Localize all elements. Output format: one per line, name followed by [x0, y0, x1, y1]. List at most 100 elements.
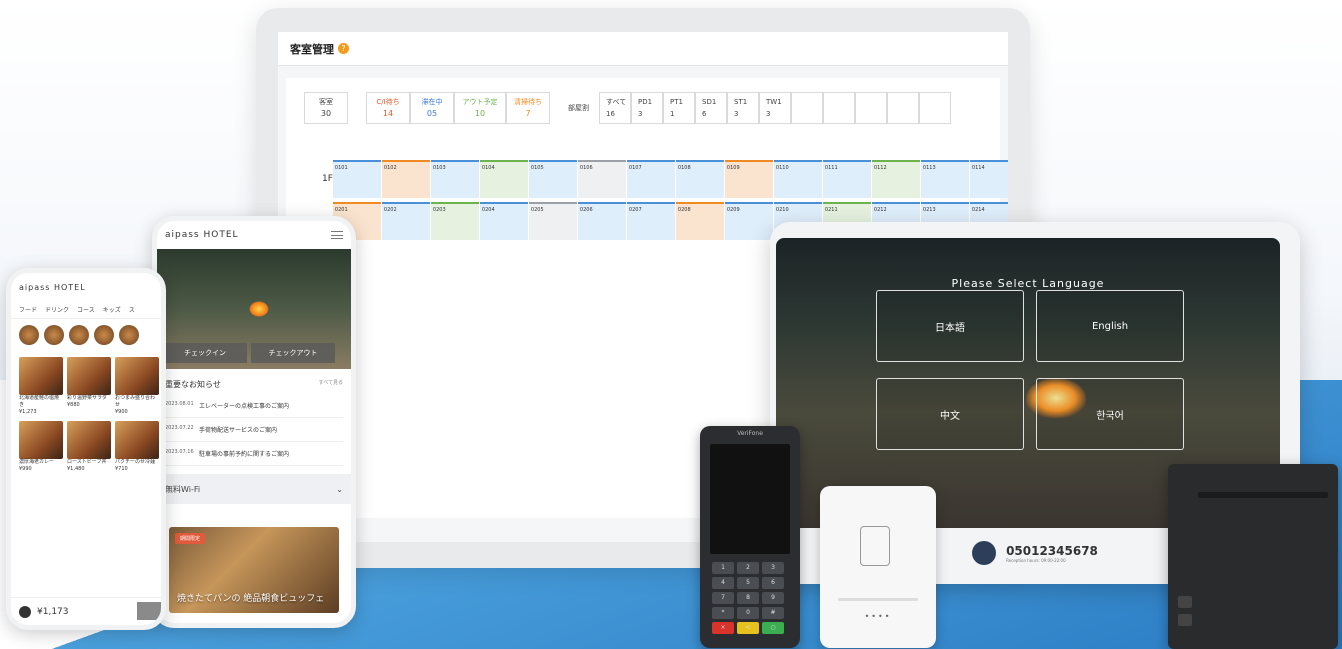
checkout-button[interactable]: チェックアウト	[251, 343, 335, 363]
language-japanese-button[interactable]: 日本語	[876, 290, 1024, 362]
food-item[interactable]: パクチーのせ冷麺 ¥710	[115, 421, 159, 473]
tab-drink[interactable]: ドリンク	[45, 305, 69, 314]
room-cell[interactable]: 0109	[724, 160, 773, 198]
room-type-tw1[interactable]: TW1 3	[759, 92, 791, 124]
language-english-button[interactable]: English	[1036, 290, 1184, 362]
room-type-pd1[interactable]: PD1 3	[631, 92, 663, 124]
news-item[interactable]: 2023.07.16 駐車場の事前予約に関するご案内	[165, 442, 343, 466]
food-item[interactable]: 北海道産鮭の塩焼き ¥1,273	[19, 357, 63, 416]
wifi-accordion[interactable]: 無料Wi-Fi ⌄	[157, 474, 351, 504]
promo-banner[interactable]: 期間限定 焼きたてパンの 絶品朝食ビュッフェ	[169, 527, 339, 613]
key[interactable]: 9	[762, 592, 784, 604]
room-cell[interactable]: 0112	[871, 160, 920, 198]
category-icon[interactable]	[44, 325, 64, 345]
news-item[interactable]: 2023.08.01 エレベーターの点検工事のご案内	[165, 394, 343, 418]
food-item[interactable]: ローストビーフ丼 ¥1,480	[67, 421, 111, 473]
language-korean-button[interactable]: 한국어	[1036, 378, 1184, 450]
room-cell[interactable]: 0205	[528, 202, 577, 240]
room-cell[interactable]: 0106	[577, 160, 626, 198]
room-cell[interactable]: 0108	[675, 160, 724, 198]
summary-staying[interactable]: 滞在中 05	[410, 92, 454, 124]
room-type-name: PD1	[638, 98, 653, 106]
fire-pit-image	[249, 301, 269, 317]
card-slot	[838, 598, 918, 601]
room-type-pt1[interactable]: PT1 1	[663, 92, 695, 124]
order-button[interactable]	[137, 602, 161, 620]
key[interactable]: 5	[737, 577, 759, 589]
news-item[interactable]: 2023.07.22 手荷物配送サービスのご案内	[165, 418, 343, 442]
room-cell[interactable]: 0111	[822, 160, 871, 198]
summary-value: 30	[320, 109, 332, 118]
room-type-name: ST1	[734, 98, 748, 106]
key[interactable]: 2	[737, 562, 759, 574]
room-cell[interactable]: 0114	[969, 160, 1008, 198]
enter-key[interactable]: ○	[762, 622, 784, 634]
language-chinese-button[interactable]: 中文	[876, 378, 1024, 450]
hamburger-menu-icon[interactable]	[331, 231, 343, 239]
room-cell[interactable]: 0207	[626, 202, 675, 240]
room-cell[interactable]: 0113	[920, 160, 969, 198]
room-cell[interactable]: 0208	[675, 202, 724, 240]
room-cell[interactable]: 0206	[577, 202, 626, 240]
food-item[interactable]: 彩り温野菜サラダ ¥880	[67, 357, 111, 416]
tab-more[interactable]: ス	[129, 305, 135, 314]
news-date: 2023.07.16	[165, 449, 194, 455]
key[interactable]: 3	[762, 562, 784, 574]
printer-button[interactable]	[1178, 614, 1192, 626]
room-cell[interactable]: 0103	[430, 160, 479, 198]
menu-brand: aipass HOTEL	[19, 282, 86, 292]
clear-key[interactable]: <	[737, 622, 759, 634]
key[interactable]: 8	[737, 592, 759, 604]
room-cell[interactable]: 0104	[479, 160, 528, 198]
checkin-button[interactable]: チェックイン	[163, 343, 247, 363]
cart-icon[interactable]	[19, 605, 31, 618]
room-type-empty	[855, 92, 887, 124]
key[interactable]: 1	[712, 562, 734, 574]
room-type-all[interactable]: すべて 16	[599, 92, 631, 124]
room-cell[interactable]: 0203	[430, 202, 479, 240]
news-more-link[interactable]: すべて見る	[319, 379, 343, 390]
summary-checkout-planned[interactable]: アウト予定 10	[454, 92, 506, 124]
room-type-st1[interactable]: ST1 3	[727, 92, 759, 124]
room-cell[interactable]: 0105	[528, 160, 577, 198]
checkin-checkout-buttons: チェックイン チェックアウト	[163, 343, 335, 363]
summary-label: 滞在中	[421, 98, 443, 106]
room-cell[interactable]: 0209	[724, 202, 773, 240]
category-icon[interactable]	[94, 325, 114, 345]
reception-hours: Reception hours: 09:00-22:00	[1006, 557, 1066, 563]
summary-checkin-waiting[interactable]: C/I待ち 14	[366, 92, 410, 124]
tab-food[interactable]: フード	[19, 305, 37, 314]
status-dots: ••••	[864, 612, 892, 621]
printer-button[interactable]	[1178, 596, 1192, 608]
room-cell[interactable]: 0101	[332, 160, 381, 198]
tab-course[interactable]: コース	[77, 305, 95, 314]
room-type-empty	[887, 92, 919, 124]
key[interactable]: 4	[712, 577, 734, 589]
room-type-count: 6	[702, 110, 707, 118]
food-name: 濃厚海老カレー	[19, 459, 55, 465]
room-cell[interactable]: 0204	[479, 202, 528, 240]
key[interactable]: 6	[762, 577, 784, 589]
tab-kids[interactable]: キッズ	[103, 305, 121, 314]
room-cell[interactable]: 0107	[626, 160, 675, 198]
category-icon[interactable]	[119, 325, 139, 345]
summary-label: 清掃待ち	[514, 98, 542, 106]
room-cell[interactable]: 0102	[381, 160, 430, 198]
cancel-key[interactable]: ×	[712, 622, 734, 634]
category-icon[interactable]	[69, 325, 89, 345]
summary-cleaning-waiting[interactable]: 清掃待ち 7	[506, 92, 550, 124]
key[interactable]: 0	[737, 607, 759, 619]
room-cell[interactable]: 0110	[773, 160, 822, 198]
help-icon[interactable]: ?	[338, 43, 349, 54]
category-icon[interactable]	[19, 325, 39, 345]
food-item[interactable]: おつまみ盛り合わせ ¥900	[115, 357, 159, 416]
key[interactable]: *	[712, 607, 734, 619]
key[interactable]: 7	[712, 592, 734, 604]
room-type-sd1[interactable]: SD1 6	[695, 92, 727, 124]
summary-total[interactable]: 客室 30	[304, 92, 348, 124]
food-item[interactable]: 濃厚海老カレー ¥990	[19, 421, 63, 473]
room-cell[interactable]: 0202	[381, 202, 430, 240]
key[interactable]: #	[762, 607, 784, 619]
food-image	[67, 357, 111, 395]
food-price: ¥900	[115, 409, 128, 415]
